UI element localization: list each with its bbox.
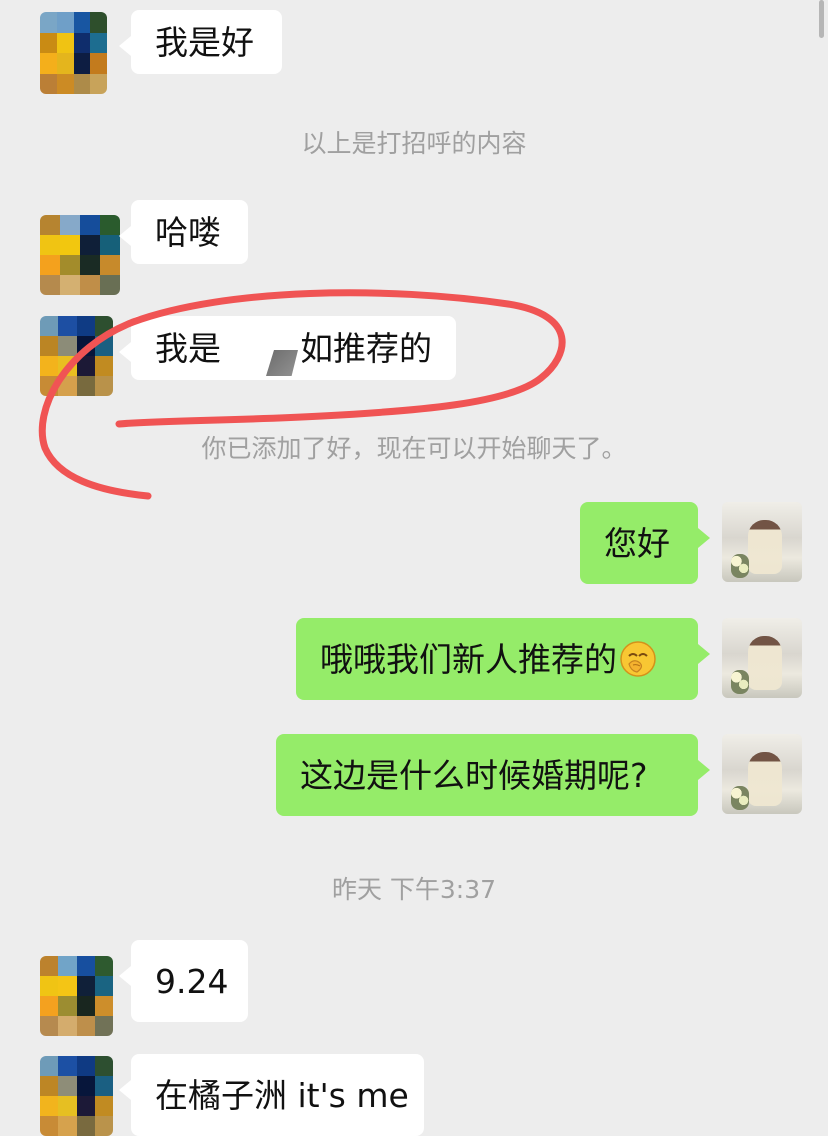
incoming-message-bubble[interactable]: 哈喽 xyxy=(119,200,248,264)
user-avatar[interactable] xyxy=(722,618,802,698)
contact-avatar[interactable] xyxy=(40,215,120,295)
message-text: 在橘子洲 it's me xyxy=(155,1075,409,1115)
user-avatar[interactable] xyxy=(722,734,802,814)
contact-avatar[interactable] xyxy=(40,12,107,94)
avatar-mosaic xyxy=(40,956,113,1036)
outgoing-message-bubble[interactable]: 这边是什么时候婚期呢? xyxy=(276,734,710,816)
message-text: 9.24 xyxy=(155,961,229,1001)
contact-avatar[interactable] xyxy=(40,316,113,396)
message-text: 我是好 xyxy=(155,22,254,62)
timestamp: 昨天 下午3:37 xyxy=(331,875,497,904)
photo-flowers xyxy=(731,786,749,810)
message-text: 您好 xyxy=(604,523,670,563)
outgoing-message-bubble[interactable]: 哦哦我们新人推荐的 xyxy=(296,618,710,700)
outgoing-message-bubble[interactable]: 您好 xyxy=(580,502,710,584)
avatar-mosaic xyxy=(40,12,107,94)
avatar-mosaic xyxy=(40,316,113,396)
message-text-suffix: 如推荐的 xyxy=(300,328,432,368)
contact-avatar[interactable] xyxy=(40,956,113,1036)
system-message: 你已添加了好，现在可以开始聊天了。 xyxy=(201,434,627,463)
message-text: 这边是什么时候婚期呢? xyxy=(300,755,648,795)
user-avatar[interactable] xyxy=(722,502,802,582)
message-text: 哦哦我们新人推荐的 xyxy=(320,639,617,679)
avatar-mosaic xyxy=(40,215,120,295)
incoming-message-bubble[interactable]: 我是好 xyxy=(119,10,282,74)
scroll-indicator[interactable] xyxy=(819,0,824,38)
message-text: 哈喽 xyxy=(155,212,221,252)
system-message: 以上是打招呼的内容 xyxy=(301,129,527,158)
avatar-mosaic xyxy=(40,1056,113,1136)
red-circle-annotation xyxy=(38,289,566,500)
photo-flowers xyxy=(731,554,749,578)
photo-subject xyxy=(748,752,782,806)
photo-flowers xyxy=(731,670,749,694)
incoming-message-bubble[interactable]: 9.24 xyxy=(119,940,248,1022)
contact-avatar[interactable] xyxy=(40,1056,113,1136)
photo-subject xyxy=(748,636,782,690)
face-with-hand-over-mouth-icon xyxy=(619,640,657,678)
photo-subject xyxy=(748,520,782,574)
message-text-prefix: 我是 xyxy=(155,328,221,368)
incoming-message-bubble[interactable]: 在橘子洲 it's me xyxy=(119,1054,424,1136)
